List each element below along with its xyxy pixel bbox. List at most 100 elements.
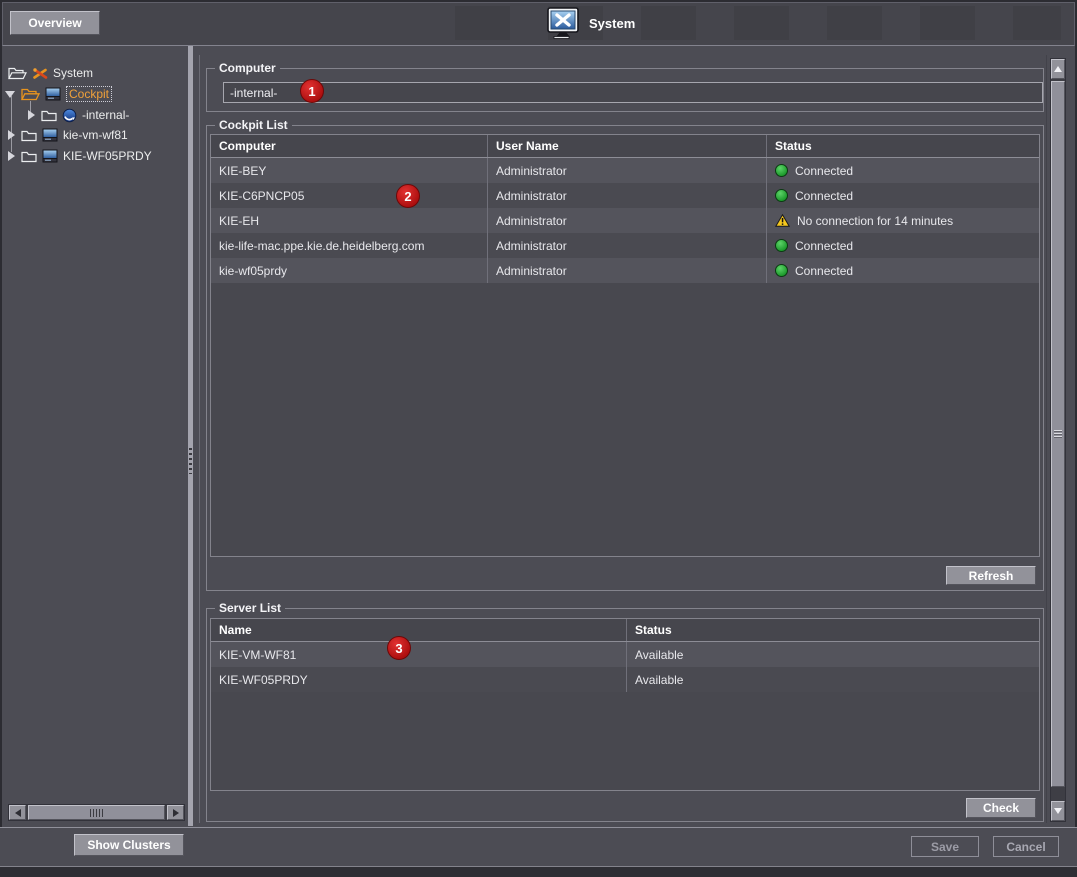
up-arrow-icon	[1054, 66, 1062, 72]
server-table-header: Name Status	[211, 619, 1039, 642]
annotation-badge-2: 2	[396, 184, 420, 208]
status-warning-icon	[775, 214, 790, 227]
server-table: Name Status KIE-VM-WF81 Available KIE-WF…	[210, 618, 1040, 791]
refresh-button[interactable]: Refresh	[946, 566, 1036, 585]
tools-icon	[32, 67, 48, 80]
folder-open-orange-icon	[21, 87, 40, 101]
computer-icon	[42, 128, 58, 142]
check-button[interactable]: Check	[966, 798, 1036, 818]
scroll-up-button[interactable]	[1051, 59, 1065, 79]
table-row[interactable]: KIE-WF05PRDY Available	[211, 667, 1039, 692]
system-window: Overview System	[0, 0, 1077, 877]
table-row[interactable]: KIE-VM-WF81 Available	[211, 642, 1039, 667]
down-arrow-icon	[1054, 808, 1062, 814]
status-connected-icon	[775, 239, 788, 252]
expander-right-icon[interactable]	[8, 130, 15, 140]
cell-status: Available	[626, 667, 1039, 692]
thumb-grip	[90, 809, 104, 817]
cell-computer: kie-wf05prdy	[211, 258, 487, 283]
column-header-name[interactable]: Name	[211, 619, 626, 641]
cell-user-name: Administrator	[487, 233, 766, 258]
column-header-status[interactable]: Status	[766, 135, 1039, 157]
tree-item-cockpit[interactable]: Cockpit	[5, 84, 112, 104]
status-connected-icon	[775, 264, 788, 277]
cell-computer: KIE-EH	[211, 208, 487, 233]
table-row[interactable]: KIE-BEY Administrator Connected	[211, 158, 1039, 183]
horizontal-scrollbar-thumb[interactable]	[28, 805, 165, 820]
table-row[interactable]: kie-life-mac.ppe.kie.de.heidelberg.com A…	[211, 233, 1039, 258]
splitter-handle[interactable]	[188, 46, 193, 826]
column-header-computer[interactable]: Computer	[211, 135, 487, 157]
server-list-legend: Server List	[215, 601, 285, 615]
scroll-left-button[interactable]	[9, 805, 26, 820]
cockpit-table-header: Computer User Name Status	[211, 135, 1039, 158]
cell-name: KIE-WF05PRDY	[211, 667, 626, 692]
folder-closed-icon	[21, 129, 37, 142]
cell-status: Available	[626, 642, 1039, 667]
table-row[interactable]: KIE-C6PNCP05 Administrator Connected	[211, 183, 1039, 208]
left-arrow-icon	[15, 809, 21, 817]
tree-horizontal-scrollbar[interactable]	[8, 804, 185, 821]
annotation-badge-1: 1	[300, 79, 324, 103]
status-text: Connected	[795, 264, 853, 278]
scroll-right-button[interactable]	[167, 805, 184, 820]
expander-right-icon[interactable]	[8, 151, 15, 161]
cell-status: Connected	[766, 158, 1039, 183]
cell-user-name: Administrator	[487, 258, 766, 283]
annotation-badge-3: 3	[387, 636, 411, 660]
tree-item-label: -internal-	[82, 108, 129, 122]
splitter-grip-dots	[189, 448, 192, 474]
save-button[interactable]: Save	[911, 836, 979, 857]
right-arrow-icon	[173, 809, 179, 817]
folder-closed-icon	[21, 150, 37, 163]
tree-item-kie-vm-wf81[interactable]: kie-vm-wf81	[8, 125, 128, 145]
expander-right-icon[interactable]	[28, 110, 35, 120]
vertical-scrollbar-thumb[interactable]	[1051, 81, 1065, 787]
cell-computer: KIE-C6PNCP05	[211, 183, 487, 208]
tree-item-label: System	[53, 66, 93, 80]
expander-down-icon[interactable]	[5, 91, 15, 98]
tree-item-kie-wf05prdy[interactable]: KIE-WF05PRDY	[8, 146, 152, 166]
main-panel-right-edge	[1046, 55, 1047, 823]
cell-computer: KIE-BEY	[211, 158, 487, 183]
status-connected-icon	[775, 189, 788, 202]
status-text: No connection for 14 minutes	[797, 214, 953, 228]
status-text: Connected	[795, 164, 853, 178]
tree-item-label-selected: Cockpit	[66, 86, 112, 102]
scroll-down-button[interactable]	[1051, 801, 1065, 821]
cell-user-name: Administrator	[487, 208, 766, 233]
main-panel-left-edge	[199, 55, 200, 823]
computer-groupbox: Computer	[206, 68, 1044, 112]
computer-groupbox-legend: Computer	[215, 61, 280, 75]
cell-status: Connected	[766, 258, 1039, 283]
cell-computer: kie-life-mac.ppe.kie.de.heidelberg.com	[211, 233, 487, 258]
column-header-user-name[interactable]: User Name	[487, 135, 766, 157]
cell-name: KIE-VM-WF81	[211, 642, 626, 667]
cockpit-list-legend: Cockpit List	[215, 118, 292, 132]
cell-status: No connection for 14 minutes	[766, 208, 1039, 233]
tree-item-system[interactable]: System	[8, 63, 93, 83]
cell-user-name: Administrator	[487, 158, 766, 183]
cockpit-list-groupbox: Cockpit List Computer User Name Status K…	[206, 125, 1044, 591]
page-title-group: System	[546, 5, 635, 41]
system-icon	[546, 7, 580, 39]
tree-item-internal[interactable]: -internal-	[28, 105, 129, 125]
cell-status: Connected	[766, 183, 1039, 208]
overview-button[interactable]: Overview	[10, 11, 100, 35]
page-title: System	[589, 16, 635, 31]
column-header-status[interactable]: Status	[626, 619, 1039, 641]
tree-item-label: KIE-WF05PRDY	[63, 149, 152, 163]
folder-closed-icon	[41, 109, 57, 122]
thumb-grip	[1054, 430, 1062, 439]
table-row[interactable]: KIE-EH Administrator No connection for 1…	[211, 208, 1039, 233]
show-clusters-button[interactable]: Show Clusters	[74, 834, 184, 856]
tree-item-label: kie-vm-wf81	[63, 128, 128, 142]
main-vertical-scrollbar[interactable]	[1050, 58, 1066, 822]
status-text: Connected	[795, 189, 853, 203]
computer-input[interactable]	[223, 82, 1043, 103]
cancel-button[interactable]: Cancel	[993, 836, 1059, 857]
sync-globe-icon	[62, 108, 77, 123]
table-row[interactable]: kie-wf05prdy Administrator Connected	[211, 258, 1039, 283]
status-text: Connected	[795, 239, 853, 253]
computer-icon	[45, 87, 61, 101]
